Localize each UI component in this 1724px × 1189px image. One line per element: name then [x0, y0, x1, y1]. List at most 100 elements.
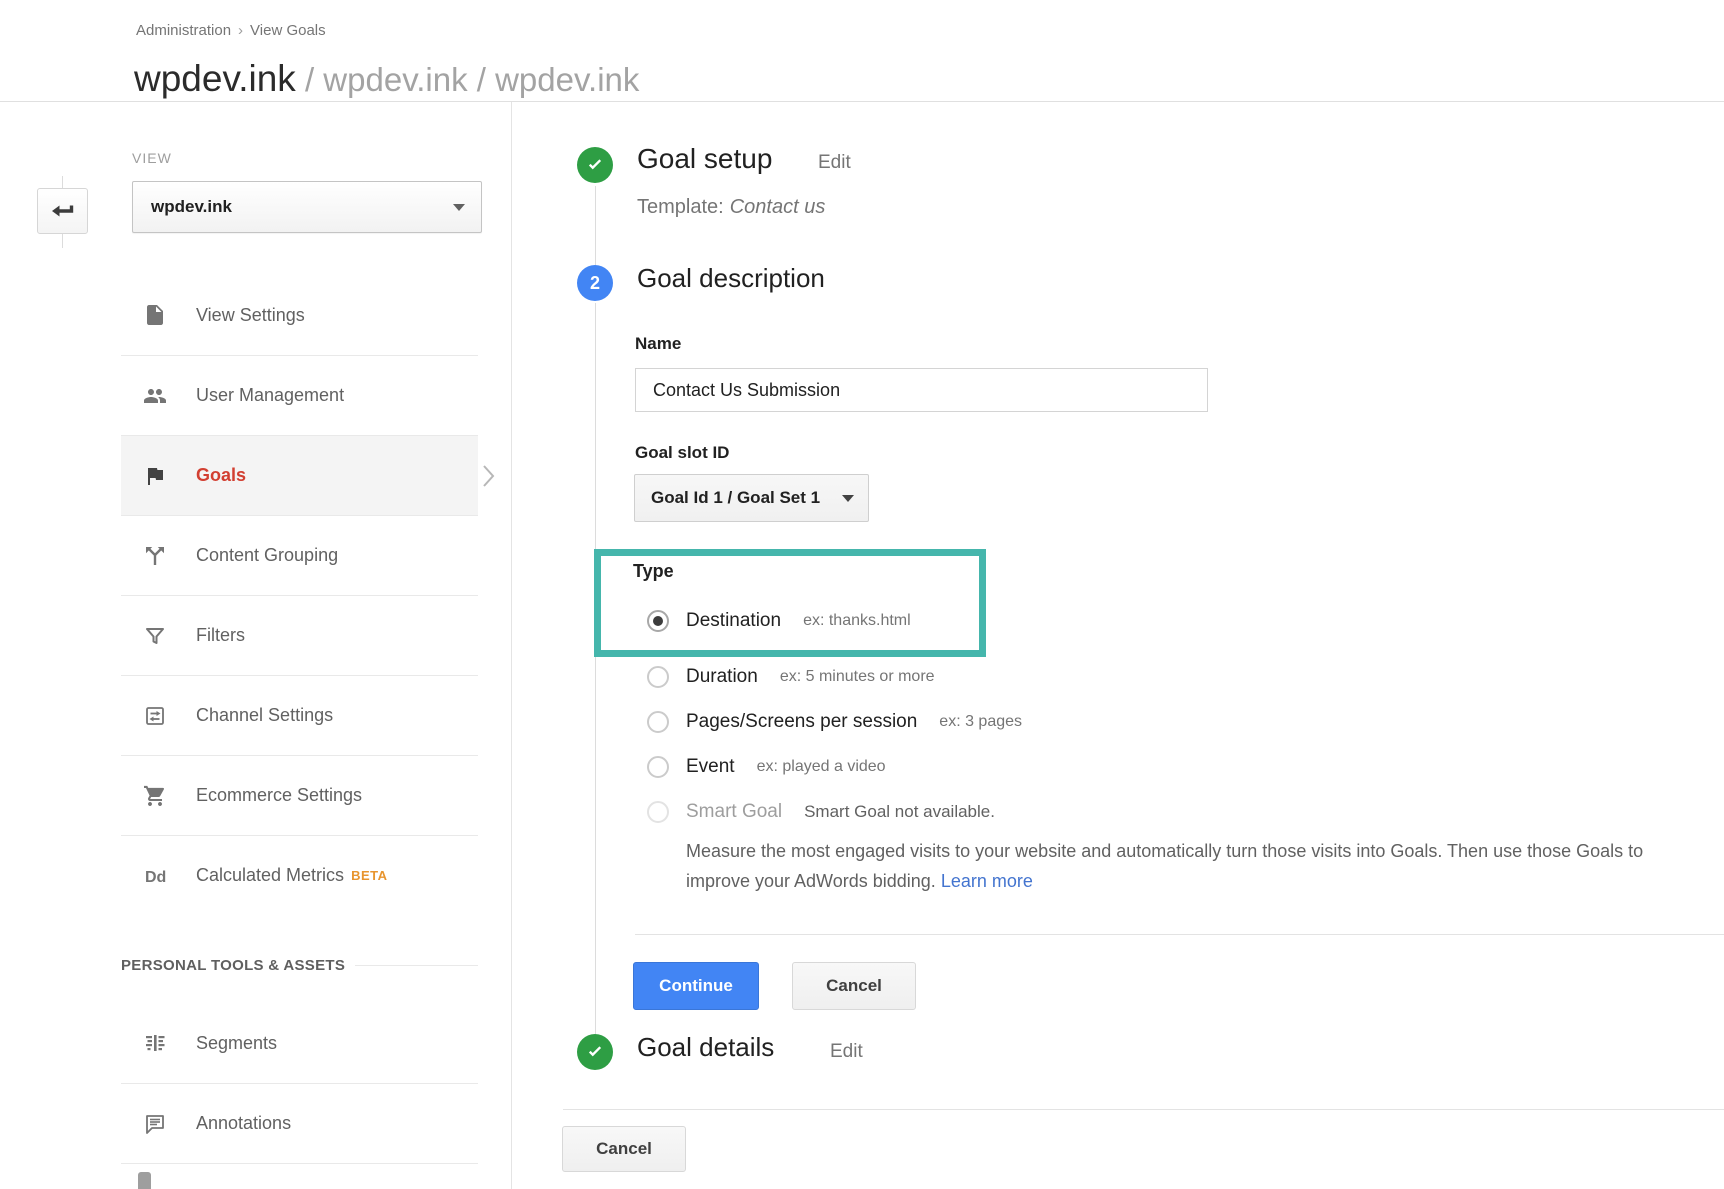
- chevron-down-icon: [842, 495, 854, 502]
- channel-settings-icon: [143, 704, 167, 728]
- help-line-2: improve your AdWords bidding.: [686, 871, 936, 891]
- sidebar-item-label: Annotations: [196, 1113, 291, 1134]
- type-option-label[interactable]: Duration: [686, 666, 758, 688]
- sidebar-item-filters[interactable]: Filters: [121, 595, 478, 675]
- type-option-label: Smart Goal: [686, 801, 782, 823]
- back-connector-bottom: [62, 234, 63, 248]
- type-option-pages-screens: Pages/Screens per session ex: 3 pages: [647, 709, 1022, 735]
- goal-slot-id-selector[interactable]: Goal Id 1 / Goal Set 1: [634, 474, 869, 522]
- view-selector-value: wpdev.ink: [151, 197, 453, 217]
- section-divider: [635, 934, 1724, 935]
- name-label: Name: [635, 334, 681, 354]
- content-left-border: [511, 102, 512, 1189]
- breadcrumb-administration[interactable]: Administration: [136, 22, 231, 39]
- sidebar-item-segments[interactable]: Segments: [121, 1003, 478, 1083]
- back-connector-top: [62, 176, 63, 188]
- goal-setup-edit-link[interactable]: Edit: [818, 152, 851, 174]
- sidebar-item-label: View Settings: [196, 305, 305, 326]
- cancel-button[interactable]: Cancel: [792, 962, 916, 1010]
- learn-more-link[interactable]: Learn more: [941, 871, 1033, 891]
- active-item-chevron-icon: [482, 464, 496, 488]
- smart-goal-radio: [647, 801, 669, 823]
- goal-details-complete-badge: [577, 1034, 613, 1070]
- sidebar-item-view-settings[interactable]: View Settings: [121, 275, 478, 355]
- page-title: wpdev.ink / wpdev.ink / wpdev.ink: [134, 58, 639, 100]
- destination-radio[interactable]: [647, 610, 669, 632]
- page-title-account: wpdev.ink: [134, 58, 296, 99]
- type-option-example: ex: 5 minutes or more: [780, 668, 935, 686]
- sidebar-item-label: User Management: [196, 385, 344, 406]
- funnel-icon: [143, 624, 167, 648]
- sidebar-item-channel-settings[interactable]: Channel Settings: [121, 675, 478, 755]
- sidebar-item-ecommerce-settings[interactable]: Ecommerce Settings: [121, 755, 478, 835]
- duration-radio[interactable]: [647, 666, 669, 688]
- smart-goal-help-text: Measure the most engaged visits to your …: [686, 836, 1696, 896]
- goal-setup-complete-badge: [577, 147, 613, 183]
- smart-goal-unavailable-note: Smart Goal not available.: [804, 802, 995, 822]
- type-option-duration: Duration ex: 5 minutes or more: [647, 664, 935, 690]
- shopping-cart-icon: [143, 784, 167, 808]
- type-option-event: Event ex: played a video: [647, 754, 886, 780]
- sidebar-item-label: Filters: [196, 625, 245, 646]
- annotation-bubble-icon: [143, 1112, 167, 1136]
- beta-badge: BETA: [351, 868, 387, 883]
- goal-description-step-badge: 2: [577, 265, 613, 301]
- sidebar-item-label: Ecommerce Settings: [196, 785, 362, 806]
- form-cancel-button[interactable]: Cancel: [562, 1126, 686, 1172]
- sidebar-personal-nav: Segments Annotations: [121, 1003, 478, 1164]
- template-label: Template:: [637, 196, 724, 218]
- goal-slot-id-value: Goal Id 1 / Goal Set 1: [651, 488, 842, 508]
- goal-name-input[interactable]: [635, 368, 1208, 412]
- sidebar-item-label: Channel Settings: [196, 705, 333, 726]
- view-section-label: VIEW: [132, 150, 172, 166]
- continue-button[interactable]: Continue: [633, 962, 759, 1010]
- template-summary: Template: Contact us: [637, 196, 825, 219]
- personal-tools-section-header: PERSONAL TOOLS & ASSETS: [121, 957, 478, 974]
- section-header-rule: [355, 965, 478, 966]
- view-selector[interactable]: wpdev.ink: [132, 181, 482, 233]
- document-icon: [143, 303, 167, 327]
- sidebar-item-annotations[interactable]: Annotations: [121, 1083, 478, 1163]
- pages-screens-radio[interactable]: [647, 711, 669, 733]
- type-option-destination: Destination ex: thanks.html: [647, 608, 911, 634]
- goal-details-title: Goal details: [637, 1032, 774, 1063]
- sidebar-item-user-management[interactable]: User Management: [121, 355, 478, 435]
- check-icon: [585, 155, 605, 175]
- goal-setup-title: Goal setup: [637, 143, 772, 175]
- breadcrumb: Administration›View Goals: [136, 22, 326, 39]
- template-value: Contact us: [730, 196, 826, 218]
- sidebar-item-goals[interactable]: Goals: [121, 435, 478, 515]
- sidebar-item-label: Calculated Metrics: [196, 865, 344, 886]
- check-icon: [585, 1042, 605, 1062]
- sidebar-item-calculated-metrics[interactable]: Dd Calculated Metrics BETA: [121, 835, 478, 915]
- section-header-label: PERSONAL TOOLS & ASSETS: [121, 957, 345, 974]
- form-footer-divider: [563, 1109, 1724, 1110]
- next-item-icon-fragment: [138, 1172, 151, 1189]
- page-title-property-view: / wpdev.ink / wpdev.ink: [296, 61, 640, 98]
- step-number: 2: [590, 273, 600, 294]
- goal-slot-id-label: Goal slot ID: [635, 443, 729, 463]
- breadcrumb-separator: ›: [238, 22, 243, 39]
- type-option-example: ex: played a video: [757, 758, 886, 776]
- type-option-label[interactable]: Destination: [686, 610, 781, 632]
- stepper-connector: [595, 303, 596, 1034]
- type-option-example: ex: 3 pages: [939, 713, 1022, 731]
- back-button[interactable]: [37, 188, 88, 234]
- header-divider: [0, 101, 1724, 102]
- type-option-example: ex: thanks.html: [803, 612, 911, 630]
- sidebar-nav: View Settings User Management Goals Cont…: [121, 275, 478, 915]
- calculated-metrics-icon: Dd: [143, 864, 167, 888]
- goal-details-edit-link[interactable]: Edit: [830, 1041, 863, 1063]
- event-radio[interactable]: [647, 756, 669, 778]
- type-option-label[interactable]: Event: [686, 756, 735, 778]
- view-goals-page: Administration›View Goals wpdev.ink / wp…: [0, 0, 1724, 1189]
- flag-icon: [143, 464, 167, 488]
- stepper-connector: [595, 186, 596, 265]
- content-grouping-icon: [143, 544, 167, 568]
- type-option-label[interactable]: Pages/Screens per session: [686, 711, 917, 733]
- sidebar-item-content-grouping[interactable]: Content Grouping: [121, 515, 478, 595]
- svg-text:Dd: Dd: [145, 869, 166, 886]
- sidebar-item-label: Goals: [196, 465, 246, 486]
- chevron-down-icon: [453, 204, 465, 211]
- back-arrow-icon: [50, 197, 76, 226]
